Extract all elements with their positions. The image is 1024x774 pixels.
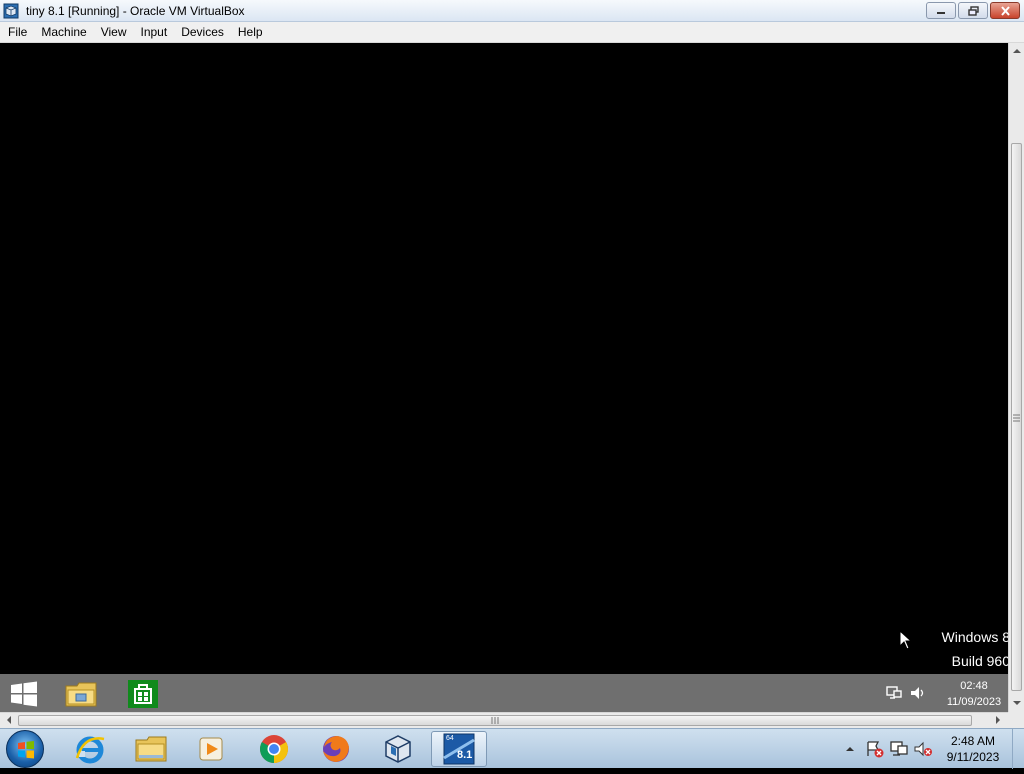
window-title: tiny 8.1 [Running] - Oracle VM VirtualBo… <box>26 4 245 18</box>
taskbar-internet-explorer[interactable] <box>62 731 118 767</box>
store-icon <box>128 679 158 708</box>
scrollbar-corner <box>1008 712 1024 728</box>
store-button[interactable] <box>126 678 160 709</box>
close-icon <box>1000 5 1010 16</box>
volume-muted-icon[interactable] <box>913 740 933 758</box>
grip-icon <box>491 717 499 724</box>
menu-file[interactable]: File <box>2 22 33 43</box>
virtualbox-icon <box>385 735 411 763</box>
firefox-icon <box>323 736 349 762</box>
network-icon[interactable] <box>885 685 903 701</box>
volume-icon[interactable] <box>909 685 927 701</box>
menu-view[interactable]: View <box>95 22 133 43</box>
windows-start-icon[interactable] <box>10 681 38 707</box>
mouse-cursor-icon <box>899 630 913 650</box>
action-center-icon[interactable] <box>865 740 885 758</box>
horizontal-scrollbar[interactable] <box>0 712 1008 728</box>
guest-system-tray <box>885 674 933 712</box>
window-controls <box>924 2 1020 19</box>
vm-badge-64: 64 <box>446 735 454 742</box>
guest-clock-time: 02:48 <box>960 680 988 692</box>
show-desktop-button[interactable] <box>1012 729 1024 769</box>
show-hidden-icons-icon[interactable] <box>843 742 857 756</box>
vm-display[interactable]: Windows 8 Build 960 <box>0 43 1008 674</box>
host-clock-date: 9/11/2023 <box>946 750 1000 764</box>
host-clock-time: 2:48 AM <box>950 734 996 748</box>
scroll-down-arrow-icon[interactable] <box>1010 697 1024 709</box>
windows-watermark-line2: Build 960 <box>951 653 1008 669</box>
menu-help[interactable]: Help <box>232 22 269 43</box>
host-system-tray <box>843 729 933 769</box>
grip-icon <box>1013 414 1020 422</box>
file-explorer-button[interactable] <box>64 678 98 709</box>
windows-orb-icon <box>18 741 34 759</box>
host-taskbar: 64 8.1 2:48 AM 9/11/2023 <box>0 728 1024 769</box>
minimize-button[interactable] <box>926 2 956 19</box>
taskbar-windows-explorer[interactable] <box>123 731 179 767</box>
scroll-right-arrow-icon[interactable] <box>992 713 1004 727</box>
vm-badge-81: 8.1 <box>457 749 473 761</box>
minimize-icon <box>937 11 945 14</box>
virtualbox-icon <box>3 3 19 19</box>
windows-explorer-icon <box>135 736 167 762</box>
restore-icon <box>967 5 979 16</box>
scroll-up-arrow-icon[interactable] <box>1010 45 1024 57</box>
guest-taskbar: 02:48 11/09/2023 <box>0 674 1008 712</box>
taskbar-tiny-81-vm[interactable]: 64 8.1 <box>431 731 487 767</box>
restore-button[interactable] <box>958 2 988 19</box>
horizontal-scroll-thumb[interactable] <box>18 715 972 726</box>
host-clock[interactable]: 2:48 AM 9/11/2023 <box>940 733 1006 765</box>
menu-machine[interactable]: Machine <box>35 22 92 43</box>
taskbar-firefox[interactable] <box>308 731 364 767</box>
media-player-icon <box>199 737 223 761</box>
chrome-icon <box>260 735 288 763</box>
scroll-left-arrow-icon[interactable] <box>3 713 15 727</box>
taskbar-virtualbox[interactable] <box>370 731 426 767</box>
taskbar-chrome[interactable] <box>246 731 302 767</box>
file-explorer-icon <box>65 682 97 706</box>
windows-watermark-line1: Windows 8 <box>941 629 1008 645</box>
menu-bar: File Machine View Input Devices Help <box>0 22 1024 43</box>
vertical-scroll-thumb[interactable] <box>1011 143 1022 691</box>
menu-devices[interactable]: Devices <box>175 22 230 43</box>
start-button[interactable] <box>6 730 44 768</box>
taskbar-media-player[interactable] <box>184 731 240 767</box>
internet-explorer-icon <box>75 736 105 764</box>
guest-clock-date: 11/09/2023 <box>946 696 1002 708</box>
vertical-scrollbar[interactable] <box>1008 43 1024 712</box>
menu-input[interactable]: Input <box>135 22 174 43</box>
guest-clock[interactable]: 02:48 11/09/2023 <box>940 678 1008 710</box>
close-button[interactable] <box>990 2 1020 19</box>
window-titlebar[interactable]: tiny 8.1 [Running] - Oracle VM VirtualBo… <box>0 0 1024 22</box>
network-icon[interactable] <box>889 740 909 758</box>
